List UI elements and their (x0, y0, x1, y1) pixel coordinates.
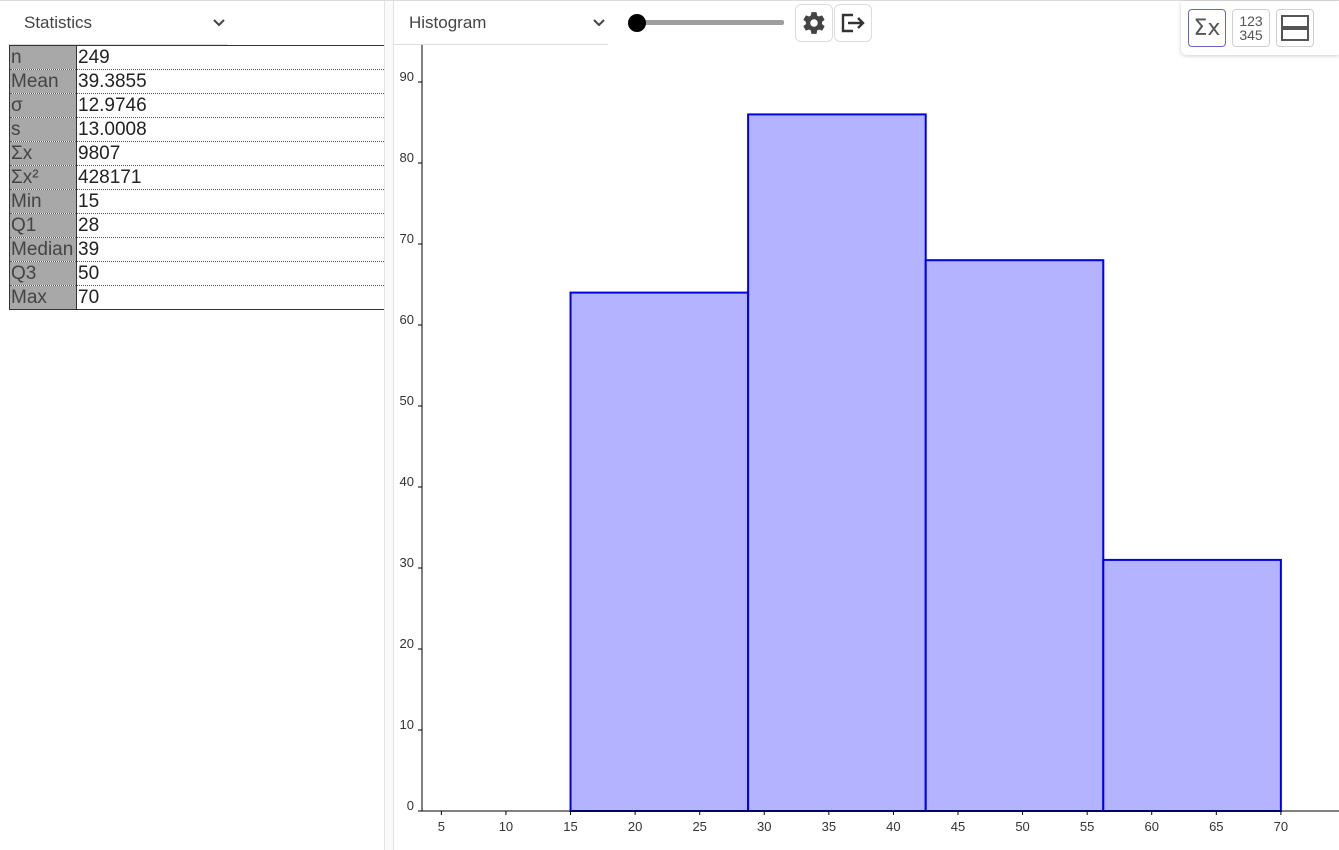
export-icon (841, 13, 865, 33)
stat-row: Q3 50 (9, 261, 384, 286)
chevron-down-icon (593, 18, 605, 26)
statistics-dropdown-label: Statistics (24, 12, 93, 32)
stat-row: Σx² 428171 (9, 165, 384, 190)
y-tick-label: 30 (400, 555, 414, 570)
stat-label: Σx (9, 141, 77, 166)
statistics-table: n 249 Mean 39.3855 σ 12.9746 s 13.0008 Σx 9807 Σx²… (9, 45, 384, 310)
y-tick-label: 80 (400, 150, 414, 165)
y-tick-label: 70 (400, 231, 414, 246)
export-button[interactable] (834, 4, 872, 42)
chart-type-dropdown[interactable]: Histogram (394, 1, 608, 45)
stat-value: 15 (76, 189, 384, 214)
x-tick-label: 60 (1144, 819, 1158, 834)
histogram-bar (569, 291, 750, 813)
settings-button[interactable] (795, 4, 833, 42)
stat-row: n 249 (9, 45, 384, 70)
stat-value: 12.9746 (76, 93, 384, 118)
x-tick-label: 30 (757, 819, 771, 834)
numbers-icon-line1: 123 (1239, 13, 1263, 29)
x-tick-label: 25 (692, 819, 706, 834)
stat-row: s 13.0008 (9, 117, 384, 142)
view-statistics-button[interactable]: Σx (1188, 9, 1226, 47)
x-tick-label: 15 (563, 819, 577, 834)
slider-track (636, 20, 784, 25)
y-tick-label: 60 (400, 312, 414, 327)
layout-icon (1281, 15, 1309, 41)
stat-row: σ 12.9746 (9, 93, 384, 118)
x-tick-label: 40 (886, 819, 900, 834)
stat-value: 13.0008 (76, 117, 384, 142)
stat-label: Max (9, 285, 77, 310)
stat-row: Median 39 (9, 237, 384, 262)
y-tick-label: 20 (400, 636, 414, 651)
panel-divider[interactable] (384, 1, 394, 850)
stat-label: Min (9, 189, 77, 214)
numbers-icon-line2: 345 (1239, 27, 1263, 43)
x-tick-label: 5 (438, 819, 445, 834)
stat-value: 39.3855 (76, 69, 384, 94)
stat-value: 9807 (76, 141, 384, 166)
y-tick-label: 90 (400, 69, 414, 84)
stat-label: σ (9, 93, 77, 118)
chevron-down-icon (213, 18, 225, 26)
x-tick-label: 20 (628, 819, 642, 834)
y-tick-label: 0 (407, 798, 414, 813)
numbers-icon: 123 345 (1239, 14, 1262, 42)
view-data-button[interactable]: 123 345 (1232, 9, 1270, 47)
stat-row: Max 70 (9, 285, 384, 310)
sigma-icon: Σx (1193, 15, 1221, 41)
histogram-bar (924, 259, 1105, 812)
stat-row: Σx 9807 (9, 141, 384, 166)
y-tick-label: 10 (400, 717, 414, 732)
stat-value: 39 (76, 237, 384, 262)
gear-icon (803, 12, 825, 34)
stat-value: 50 (76, 261, 384, 286)
stat-value: 28 (76, 213, 384, 238)
x-tick-label: 45 (951, 819, 965, 834)
stat-value: 249 (76, 45, 384, 70)
view-layout-button[interactable] (1276, 9, 1314, 47)
histogram-bar (1102, 558, 1282, 813)
chart-type-label: Histogram (409, 12, 487, 32)
x-tick-label: 35 (822, 819, 836, 834)
y-tick-label: 50 (400, 393, 414, 408)
histogram-chart: 0 10 20 30 40 50 60 70 80 90 5 10 15 20 25 30 35 40 45 50 55… (400, 45, 1339, 834)
bin-width-slider[interactable] (622, 12, 784, 34)
histogram-bar (747, 113, 927, 812)
stat-label: s (9, 117, 77, 142)
stat-label: Σx² (9, 165, 77, 190)
stat-label: Mean (9, 69, 77, 94)
stat-row: Min 15 (9, 189, 384, 214)
stat-value: 428171 (76, 165, 384, 190)
stat-row: Mean 39.3855 (9, 69, 384, 94)
stat-label: Q1 (9, 213, 77, 238)
stat-label: n (9, 45, 77, 70)
slider-handle[interactable] (628, 14, 646, 32)
stat-label: Median (9, 237, 77, 262)
x-tick-label: 10 (499, 819, 513, 834)
x-tick-label: 70 (1274, 819, 1288, 834)
statistics-dropdown[interactable]: Statistics (8, 1, 228, 45)
x-tick-label: 65 (1209, 819, 1223, 834)
y-tick-label: 40 (400, 474, 414, 489)
x-tick-label: 50 (1015, 819, 1029, 834)
stat-value: 70 (76, 285, 384, 310)
stat-label: Q3 (9, 261, 77, 286)
stat-row: Q1 28 (9, 213, 384, 238)
x-tick-label: 55 (1080, 819, 1094, 834)
